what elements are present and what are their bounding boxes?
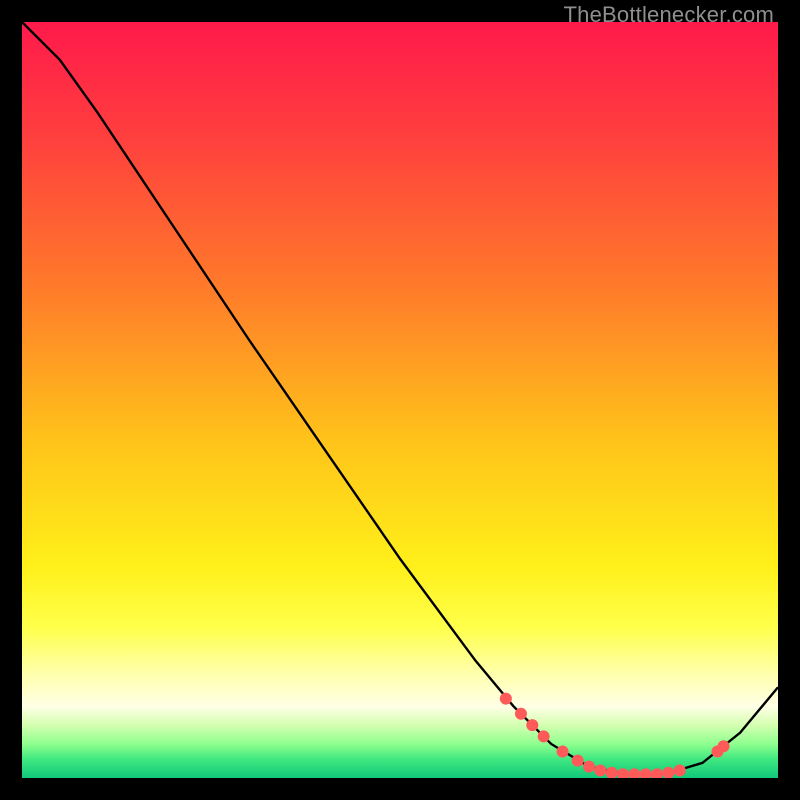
chart-plot — [22, 22, 778, 778]
watermark-text: TheBottlenecker.com — [564, 2, 774, 28]
curve-marker — [515, 708, 527, 720]
curve-marker — [526, 719, 538, 731]
curve-marker — [594, 764, 606, 776]
gradient-background — [22, 22, 778, 778]
curve-marker — [500, 693, 512, 705]
curve-marker — [557, 746, 569, 758]
curve-marker — [583, 761, 595, 773]
curve-marker — [674, 764, 686, 776]
curve-marker — [572, 755, 584, 767]
curve-marker — [718, 740, 730, 752]
curve-marker — [538, 730, 550, 742]
chart-frame — [22, 22, 778, 778]
